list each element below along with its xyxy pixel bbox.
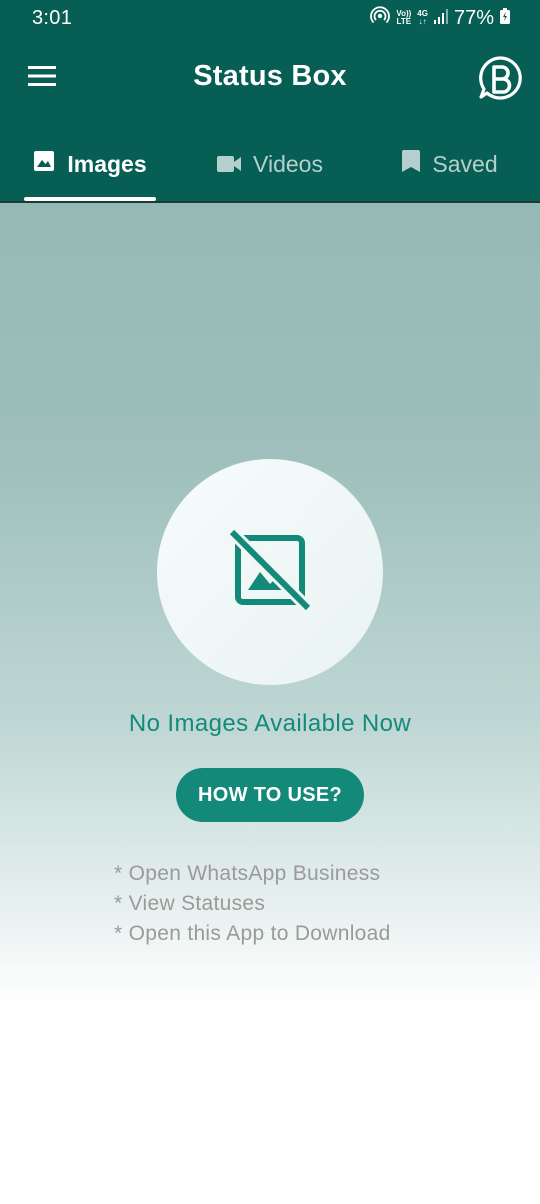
battery-icon [500,7,510,29]
tab-label: Videos [253,150,323,177]
videocam-icon [217,151,242,178]
tab-label: Images [67,150,147,177]
page-title: Status Box [193,60,347,92]
volte-indicator: Vo)) LTE [396,9,412,26]
hotspot-icon [370,5,391,31]
instructions-list: * Open WhatsApp Business * View Statuses… [114,859,391,949]
tab-videos[interactable]: Videos [180,128,360,200]
status-time: 3:01 [32,7,73,29]
how-to-use-button[interactable]: HOW TO USE? [176,768,364,822]
instruction-step: * View Statuses [114,892,266,915]
empty-state-illustration [157,459,383,685]
instruction-step: * Open WhatsApp Business [114,862,381,885]
signal-icon [433,8,448,29]
battery-level: 77% [453,6,494,29]
content-area: No Images Available Now HOW TO USE? * Op… [0,203,540,1204]
tab-saved[interactable]: Saved [360,128,540,200]
bookmark-icon [402,150,421,178]
status-bar: 3:01 Vo)) LTE 4G ↓↑ 77% [0,0,540,36]
tab-bar: Images Videos Saved [0,128,540,200]
status-icons: Vo)) LTE 4G ↓↑ 77% [370,5,510,31]
instruction-step: * Open this App to Download [114,922,391,945]
app-bar: 3:01 Vo)) LTE 4G ↓↑ 77% Status Box Image… [0,0,540,203]
network-type-indicator: 4G ↓↑ [417,9,428,26]
whatsapp-business-button[interactable] [476,54,524,102]
tab-label: Saved [432,150,498,177]
empty-state-message: No Images Available Now [128,710,412,737]
toolbar: Status Box [0,36,540,120]
image-icon [33,150,55,178]
tab-images[interactable]: Images [0,128,180,200]
no-image-icon [227,527,313,617]
whatsapp-business-icon [476,56,524,106]
